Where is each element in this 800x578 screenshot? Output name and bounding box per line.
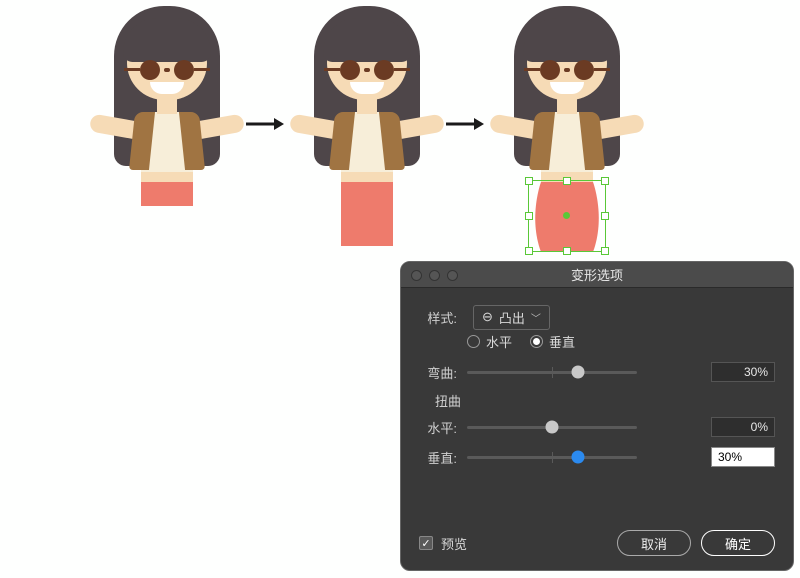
style-label: 样式: (419, 308, 457, 327)
style-select[interactable]: ⊖ 凸出 ﹀ (473, 305, 550, 330)
cancel-button[interactable]: 取消 (617, 530, 691, 556)
dist-h-label: 水平: (419, 418, 457, 437)
ok-button[interactable]: 确定 (701, 530, 775, 556)
skirt-short (141, 182, 193, 206)
dist-h-slider[interactable] (467, 415, 701, 439)
skirt-long-rect (341, 182, 393, 246)
bend-label: 弯曲: (419, 363, 457, 382)
orientation-horizontal-radio[interactable]: 水平 (467, 332, 512, 351)
dist-v-slider[interactable] (467, 445, 701, 469)
bulge-icon: ⊖ (482, 309, 493, 325)
chevron-down-icon: ﹀ (531, 310, 541, 325)
character-stage-3 (502, 6, 632, 256)
arrow-icon (446, 116, 484, 132)
character-stage-1 (102, 6, 232, 216)
dist-v-value[interactable]: 30% (711, 447, 775, 467)
preview-label: 预览 (441, 534, 467, 553)
preview-checkbox[interactable] (419, 536, 433, 550)
dialog-title: 变形选项 (571, 265, 623, 284)
dialog-titlebar[interactable]: 变形选项 (401, 262, 793, 288)
skirt-bulge-selected[interactable] (528, 182, 606, 257)
orientation-vertical-radio[interactable]: 垂直 (530, 332, 575, 351)
bend-value[interactable]: 30% (711, 362, 775, 382)
distortion-section-label: 扭曲 (435, 391, 775, 410)
dist-v-label: 垂直: (419, 448, 457, 467)
dist-h-value[interactable]: 0% (711, 417, 775, 437)
arrow-icon (246, 116, 284, 132)
warp-options-dialog: 变形选项 样式: ⊖ 凸出 ﹀ 水平 垂直 弯曲: 30% 扭曲 (400, 261, 794, 571)
character-stage-2 (302, 6, 432, 256)
bend-slider[interactable] (467, 360, 701, 384)
window-traffic-lights[interactable] (411, 270, 458, 281)
